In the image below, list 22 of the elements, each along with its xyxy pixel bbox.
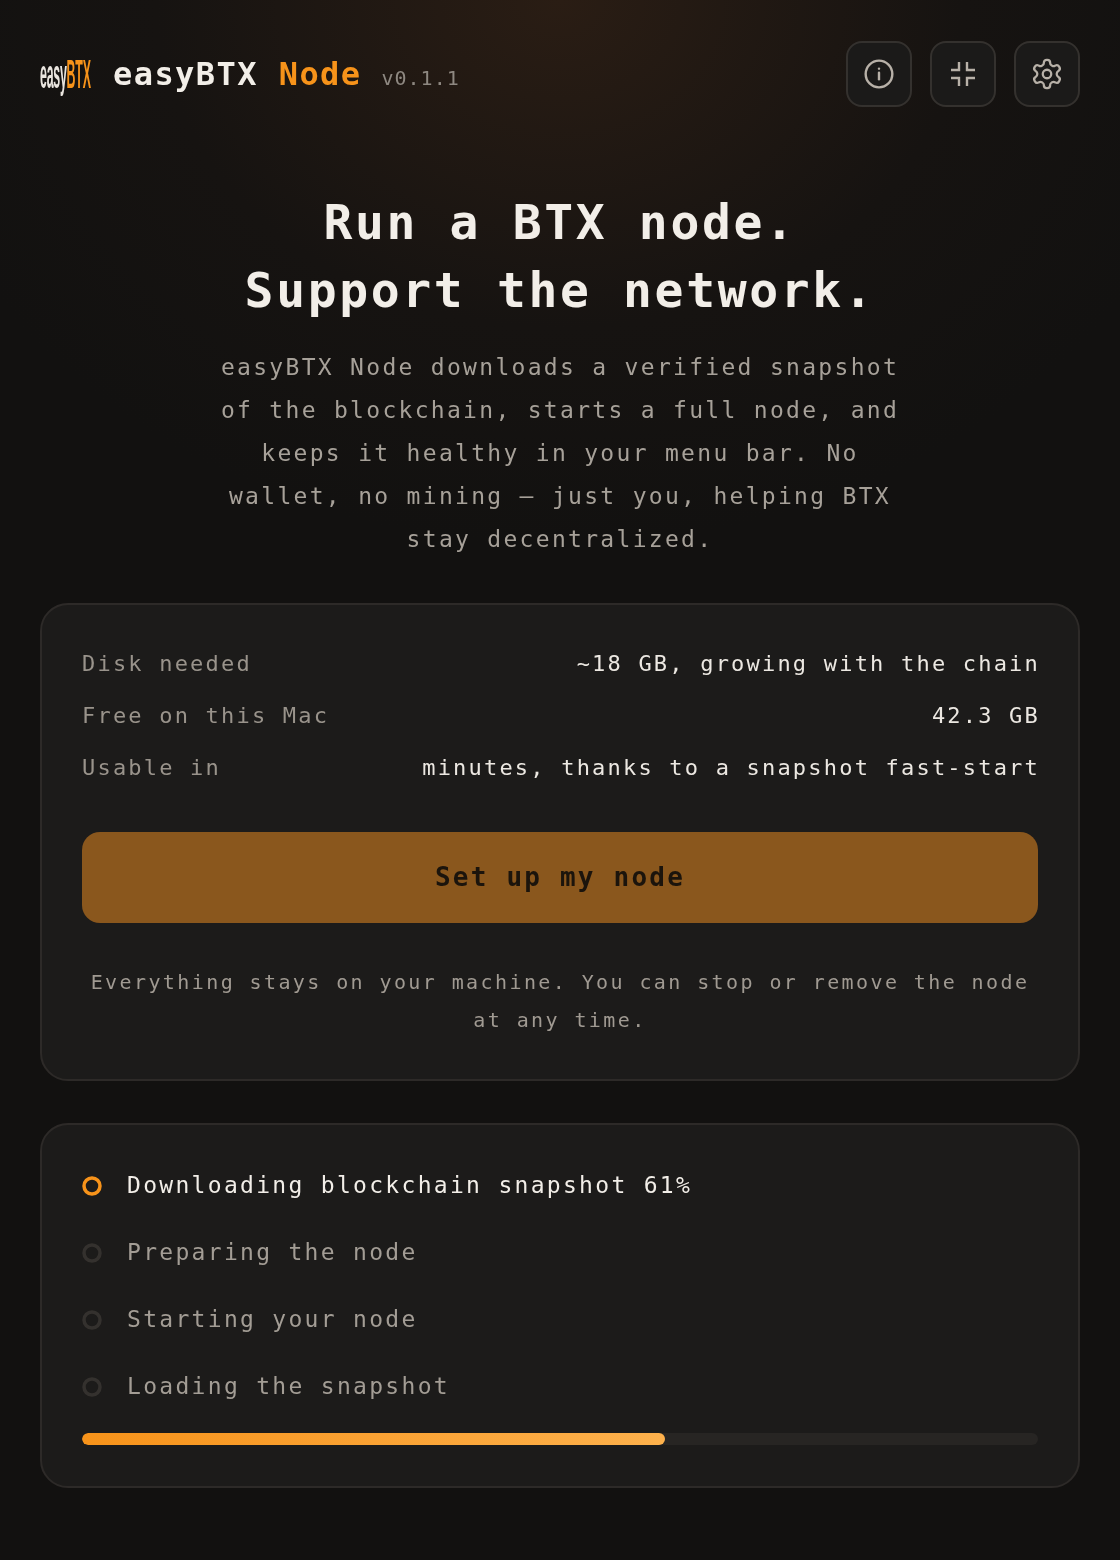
info-value: ~18 GB, growing with the chain — [576, 649, 1040, 678]
step-label: Downloading blockchain snapshot 61% — [127, 1171, 693, 1201]
info-button[interactable] — [846, 41, 912, 107]
settings-icon — [1030, 57, 1064, 91]
info-label: Disk needed — [82, 649, 252, 678]
hero-title: Run a BTX node. Support the network. — [244, 193, 876, 320]
app-title: easyBTX Node — [113, 58, 362, 90]
info-value: minutes, thanks to a snapshot fast-start — [422, 753, 1040, 782]
settings-button[interactable] — [1014, 41, 1080, 107]
hero-description: easyBTX Node downloads a verified snapshot of the blockchain, starts a full node, and keeps it healthy in your menu bar. No wallet, no mining — just you, helping BTX stay decentralized. — [219, 353, 901, 554]
version-label: v0.1.1 — [381, 68, 460, 88]
step-label: Loading the snapshot — [127, 1372, 450, 1402]
info-label: Free on this Mac — [82, 701, 330, 730]
privacy-note: Everything stays on your machine. You can stop or remove the node at any time. — [89, 969, 1031, 1034]
setup-button[interactable]: Set up my node — [82, 832, 1038, 923]
info-value: 42.3 GB — [931, 701, 1040, 730]
step-label: Preparing the node — [127, 1238, 418, 1268]
step-label: Starting your node — [127, 1305, 418, 1335]
app-logo: easyBTX — [40, 54, 91, 94]
info-label: Usable in — [82, 753, 221, 782]
minimize-button[interactable] — [930, 41, 996, 107]
info-icon — [863, 58, 895, 90]
